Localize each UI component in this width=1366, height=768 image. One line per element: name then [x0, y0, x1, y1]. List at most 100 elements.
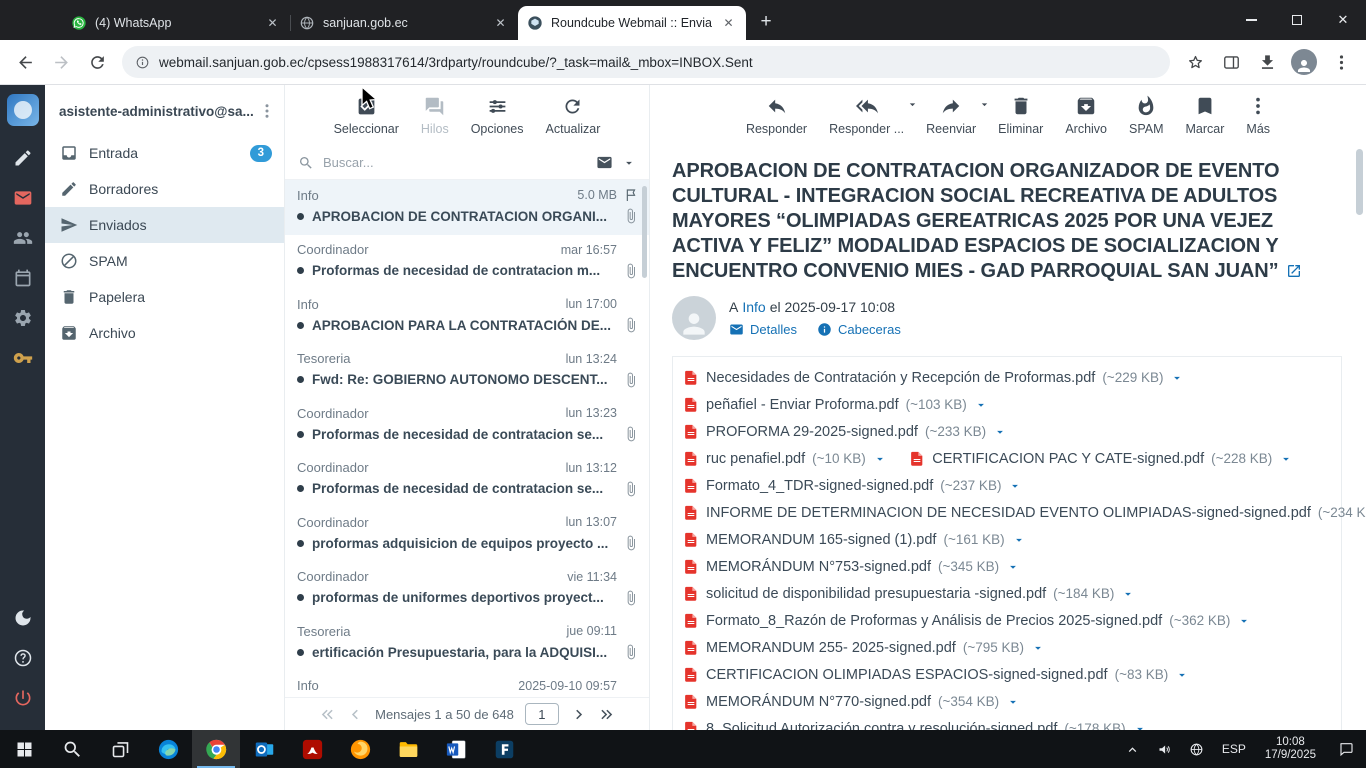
attachment-item[interactable]: ruc penafiel.pdf (~10 KB) [683, 449, 887, 468]
side-panel-icon[interactable] [1214, 45, 1248, 79]
network-icon[interactable] [1181, 730, 1213, 768]
message-toolbar-button-reply[interactable]: Responder [735, 95, 818, 136]
attachment-item[interactable]: Formato_8_Razón de Proformas y Análisis … [683, 611, 1251, 630]
taskbar-app-search[interactable] [48, 730, 96, 768]
sender-link[interactable]: Info [742, 299, 765, 315]
message-list-item[interactable]: Coordinador lun 13:12 Proformas de neces… [285, 453, 649, 508]
folder-item-archive[interactable]: Archivo [45, 315, 284, 351]
attachment-name[interactable]: INFORME DE DETERMINACION DE NECESIDAD EV… [706, 505, 1311, 521]
message-list-item[interactable]: Info 2025-09-10 09:57 [285, 671, 649, 698]
taskbar-app-outlook[interactable] [240, 730, 288, 768]
folder-item-inbox[interactable]: Entrada 3 [45, 135, 284, 171]
message-scrollbar[interactable] [1356, 149, 1363, 215]
attachment-item[interactable]: PROFORMA 29-2025-signed.pdf (~233 KB) [683, 422, 1007, 441]
next-page-icon[interactable] [570, 706, 587, 723]
message-toolbar-button-forward[interactable]: Reenviar [915, 95, 987, 136]
taskbar-app-chrome[interactable] [192, 730, 240, 768]
previous-page-icon[interactable] [347, 706, 364, 723]
folder-item-spam[interactable]: SPAM [45, 243, 284, 279]
attachment-item[interactable]: MEMORÁNDUM N°753-signed.pdf (~345 KB) [683, 557, 1020, 576]
search-input[interactable] [323, 155, 587, 170]
taskmenu-button-pencil[interactable] [11, 146, 35, 170]
folder-item-trash[interactable]: Papelera [45, 279, 284, 315]
list-toolbar-button-sliders[interactable]: Opciones [460, 96, 535, 136]
message-toolbar-button-reply-all[interactable]: Responder ... [818, 95, 915, 136]
attachment-item[interactable]: MEMORANDUM 165-signed (1).pdf (~161 KB) [683, 530, 1026, 549]
attachment-menu-icon[interactable] [1121, 587, 1135, 601]
attachment-name[interactable]: MEMORANDUM 255- 2025-signed.pdf [706, 640, 956, 656]
page-number-input[interactable] [525, 703, 559, 725]
attachment-menu-icon[interactable] [1008, 479, 1022, 493]
clock[interactable]: 10:08 17/9/2025 [1255, 736, 1326, 763]
taskbar-app-start[interactable] [0, 730, 48, 768]
attachment-name[interactable]: PROFORMA 29-2025-signed.pdf [706, 424, 918, 440]
attachment-name[interactable]: ruc penafiel.pdf [706, 451, 805, 467]
hidden-icons-chevron[interactable] [1117, 730, 1149, 768]
attachment-item[interactable]: peñafiel - Enviar Proforma.pdf (~103 KB) [683, 395, 988, 414]
message-list-item[interactable]: Coordinador lun 13:07 proformas adquisic… [285, 507, 649, 562]
message-toolbar-button-archive[interactable]: Archivo [1054, 95, 1118, 136]
message-toolbar-button-mark[interactable]: Marcar [1175, 95, 1236, 136]
browser-tab-globe[interactable]: sanjuan.gob.ec ✕ [290, 6, 518, 40]
attachment-item[interactable]: Formato_4_TDR-signed-signed.pdf (~237 KB… [683, 476, 1022, 495]
attachment-name[interactable]: MEMORÁNDUM N°770-signed.pdf [706, 694, 931, 710]
taskbar-app-explorer[interactable] [384, 730, 432, 768]
language-indicator[interactable]: ESP [1213, 742, 1255, 756]
attachment-menu-icon[interactable] [1175, 668, 1189, 682]
list-toolbar-button-refresh[interactable]: Actualizar [535, 96, 612, 136]
taskbar-app-acrobat[interactable] [288, 730, 336, 768]
list-toolbar-button-threads[interactable]: Hilos [410, 96, 460, 136]
message-list-item[interactable]: Coordinador vie 11:34 proformas de unifo… [285, 562, 649, 617]
taskbar-app-taskview[interactable] [96, 730, 144, 768]
account-menu-icon[interactable] [258, 102, 276, 120]
attachment-menu-icon[interactable] [1170, 371, 1184, 385]
bookmark-star-icon[interactable] [1178, 45, 1212, 79]
address-input[interactable]: webmail.sanjuan.gob.ec/cpsess1988317614/… [122, 46, 1170, 78]
attachment-name[interactable]: peñafiel - Enviar Proforma.pdf [706, 397, 899, 413]
attachment-name[interactable]: 8. Solicitud Autorización contra y resol… [706, 721, 1057, 731]
taskmenu-button-mail[interactable] [11, 186, 35, 210]
profile-avatar[interactable] [1291, 49, 1317, 75]
window-close-button[interactable]: ✕ [1320, 0, 1366, 40]
attachment-menu-icon[interactable] [873, 452, 887, 466]
last-page-icon[interactable] [598, 706, 615, 723]
notification-center-icon[interactable] [1326, 730, 1366, 768]
taskmenu-button-power[interactable] [11, 686, 35, 710]
reload-button[interactable] [80, 45, 114, 79]
message-list-item[interactable]: Coordinador mar 16:57 Proformas de neces… [285, 235, 649, 290]
attachment-name[interactable]: CERTIFICACION PAC Y CATE-signed.pdf [932, 451, 1204, 467]
attachment-menu-icon[interactable] [1031, 641, 1045, 655]
tab-close-icon[interactable]: ✕ [720, 15, 737, 32]
attachment-item[interactable]: 8. Solicitud Autorización contra y resol… [683, 719, 1147, 730]
message-list-item[interactable]: Tesoreria jue 09:11 ertificación Presupu… [285, 616, 649, 671]
taskbar-app-edge[interactable] [144, 730, 192, 768]
back-button[interactable] [8, 45, 42, 79]
attachment-name[interactable]: MEMORANDUM 165-signed (1).pdf [706, 532, 936, 548]
open-in-new-window-icon[interactable] [1286, 263, 1302, 279]
search-options-caret-icon[interactable] [622, 156, 636, 170]
new-tab-button[interactable]: + [752, 8, 780, 36]
message-toolbar-button-junk[interactable]: SPAM [1118, 95, 1175, 136]
attachment-name[interactable]: MEMORÁNDUM N°753-signed.pdf [706, 559, 931, 575]
browser-tab-roundcube[interactable]: Roundcube Webmail :: Enviado ✕ [518, 6, 746, 40]
browser-menu-icon[interactable] [1324, 45, 1358, 79]
attachment-item[interactable]: CERTIFICACION OLIMPIADAS ESPACIOS-signed… [683, 665, 1189, 684]
attachment-menu-icon[interactable] [1237, 614, 1251, 628]
attachment-name[interactable]: Formato_4_TDR-signed-signed.pdf [706, 478, 933, 494]
attachment-menu-icon[interactable] [1279, 452, 1293, 466]
attachment-menu-icon[interactable] [1133, 722, 1147, 731]
headers-link[interactable]: Cabeceras [817, 322, 901, 337]
attachment-menu-icon[interactable] [1006, 560, 1020, 574]
attachment-item[interactable]: MEMORÁNDUM N°770-signed.pdf (~354 KB) [683, 692, 1020, 711]
message-list-item[interactable]: Coordinador lun 13:23 Proformas de neces… [285, 398, 649, 453]
attachment-menu-icon[interactable] [1006, 695, 1020, 709]
tab-close-icon[interactable]: ✕ [492, 15, 509, 32]
taskbar-app-fapp[interactable] [480, 730, 528, 768]
window-minimize-button[interactable] [1228, 0, 1274, 40]
attachment-name[interactable]: solicitud de disponibilidad presupuestar… [706, 586, 1046, 602]
attachment-item[interactable]: MEMORANDUM 255- 2025-signed.pdf (~795 KB… [683, 638, 1045, 657]
attachment-name[interactable]: Formato_8_Razón de Proformas y Análisis … [706, 613, 1162, 629]
taskbar-app-firefox[interactable] [336, 730, 384, 768]
forward-button[interactable] [44, 45, 78, 79]
attachment-item[interactable]: INFORME DE DETERMINACION DE NECESIDAD EV… [683, 503, 1366, 522]
